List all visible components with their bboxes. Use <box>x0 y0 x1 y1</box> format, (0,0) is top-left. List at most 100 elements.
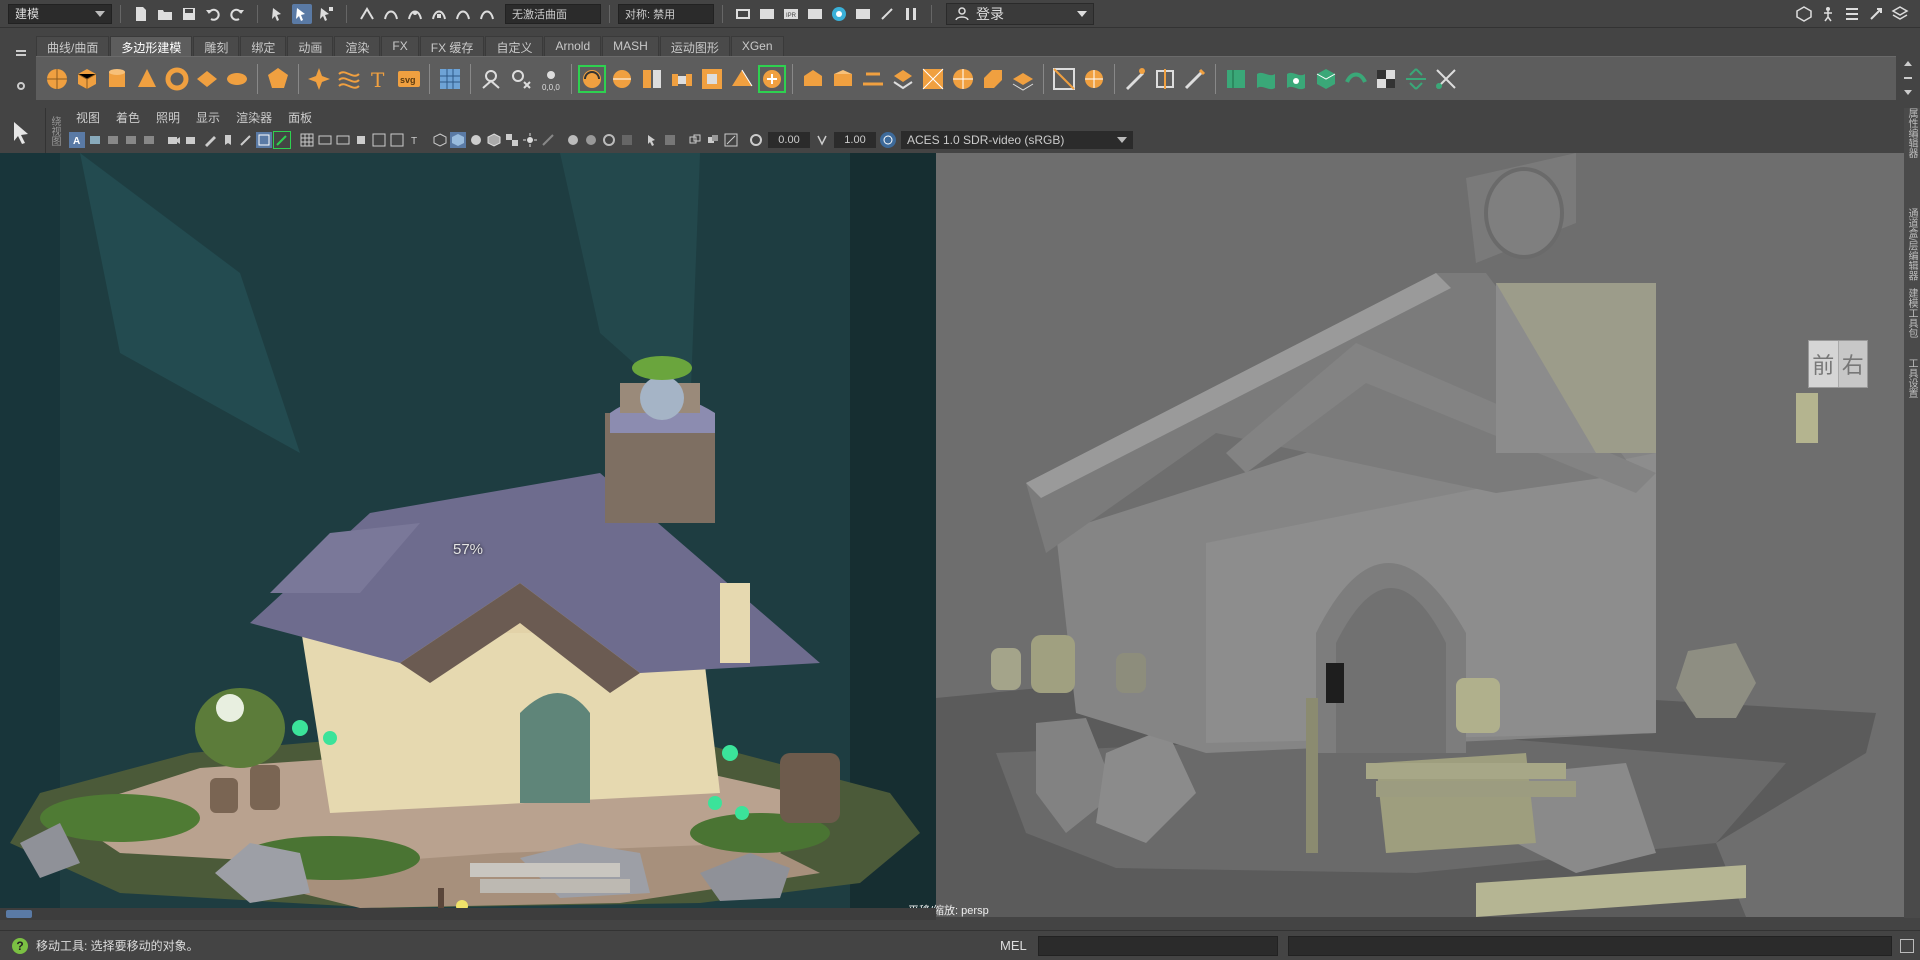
image-horizontal-scrollbar[interactable] <box>0 908 936 920</box>
snap-view-plane-icon[interactable] <box>429 4 449 24</box>
arnold-render-icon[interactable] <box>853 4 873 24</box>
channel-box-icon[interactable] <box>1890 4 1910 24</box>
combine-icon[interactable] <box>477 65 505 93</box>
redo-icon[interactable] <box>227 4 247 24</box>
chevron-up-icon[interactable] <box>1904 61 1912 67</box>
shelf-tab[interactable]: FX <box>381 36 419 56</box>
model-view[interactable] <box>936 153 1904 917</box>
spherical-map-icon[interactable] <box>1312 65 1340 93</box>
safe-action-icon[interactable] <box>389 132 405 148</box>
extract-icon[interactable] <box>578 64 606 93</box>
use-all-lights-icon[interactable] <box>522 132 538 148</box>
view-cube[interactable]: 前 右 <box>1808 340 1868 388</box>
panel-menu-item[interactable]: 着色 <box>108 109 148 127</box>
render-frame-icon[interactable] <box>757 4 777 24</box>
isolate-select-icon[interactable] <box>644 132 660 148</box>
panel-menu-item[interactable]: 面板 <box>280 109 320 127</box>
sweep-mesh-icon[interactable] <box>335 65 363 93</box>
shelf-tab[interactable]: XGen <box>730 36 784 56</box>
screen-space-ao-icon[interactable] <box>565 132 581 148</box>
camera-icon[interactable] <box>166 132 182 148</box>
smooth-icon[interactable]: 0,0,0 <box>537 65 565 93</box>
render-view-icon[interactable] <box>733 4 753 24</box>
select-by-component-icon[interactable] <box>316 4 336 24</box>
auto-map-icon[interactable] <box>1342 65 1370 93</box>
shelf-tab[interactable]: FX 缓存 <box>419 36 485 56</box>
shelf-tab[interactable]: 渲染 <box>334 36 381 56</box>
circularize-icon[interactable] <box>1009 65 1037 93</box>
bookmark-flag-icon[interactable] <box>220 132 236 148</box>
shelf-tab[interactable]: 多边形建模 <box>110 36 193 56</box>
snap-curve-icon[interactable] <box>381 4 401 24</box>
view-cube-right-face[interactable]: 右 <box>1837 341 1867 387</box>
shelf-menu-icon[interactable] <box>1904 76 1912 79</box>
poly-cone-icon[interactable] <box>133 65 161 93</box>
shadows-icon[interactable] <box>540 132 556 148</box>
shelf-tab[interactable]: 动画 <box>287 36 334 56</box>
reference-image-plane[interactable]: 57% <box>0 153 936 908</box>
make-live-icon[interactable] <box>477 4 497 24</box>
select-camera-icon[interactable]: A <box>69 132 85 148</box>
append-polygon-icon[interactable] <box>728 65 756 93</box>
script-language-label[interactable]: MEL <box>1000 938 1027 953</box>
bookmark-icon[interactable] <box>105 132 121 148</box>
side-tab[interactable]: 通道盒/层编辑器 <box>1905 208 1919 281</box>
open-scene-icon[interactable] <box>155 4 175 24</box>
xray-icon[interactable] <box>662 132 678 148</box>
help-icon[interactable]: ? <box>12 937 28 954</box>
planar-map-icon[interactable] <box>1252 65 1280 93</box>
pause-icon[interactable] <box>901 4 921 24</box>
target-weld-icon[interactable] <box>1080 65 1108 93</box>
view-cube-front-face[interactable]: 前 <box>1809 341 1838 387</box>
grid-icon[interactable] <box>299 132 315 148</box>
chevron-down-icon[interactable] <box>1904 89 1912 95</box>
ipr-render-icon[interactable]: IPR <box>781 4 801 24</box>
panel-menu-item[interactable]: 渲染器 <box>228 109 280 127</box>
poly-count-icon[interactable] <box>436 65 464 93</box>
snap-surface-icon[interactable] <box>453 4 473 24</box>
save-scene-icon[interactable] <box>179 4 199 24</box>
shelf-scroll[interactable] <box>1900 56 1916 100</box>
xray-components-icon[interactable] <box>705 132 721 148</box>
login-button[interactable]: 登录 <box>946 2 1094 25</box>
multi-cut-icon[interactable] <box>1050 65 1078 93</box>
cylindrical-map-icon[interactable] <box>1282 65 1310 93</box>
color-management-icon[interactable] <box>880 132 896 148</box>
platonic-solid-icon[interactable] <box>264 65 292 93</box>
resize-view-icon[interactable] <box>723 132 739 148</box>
wedge-icon[interactable] <box>949 65 977 93</box>
scrollbar-thumb[interactable] <box>6 910 32 918</box>
cut-uv-icon[interactable] <box>1432 65 1460 93</box>
select-by-hierarchy-icon[interactable] <box>268 4 288 24</box>
image-plane-icon[interactable] <box>123 132 139 148</box>
gamma-field[interactable]: 1.00 <box>834 132 876 148</box>
side-tab[interactable]: 属性编辑器 <box>1905 108 1919 158</box>
snap-point-icon[interactable] <box>405 4 425 24</box>
arnold-ipr-icon[interactable] <box>877 4 897 24</box>
chamfer-icon[interactable] <box>979 65 1007 93</box>
mirror-icon[interactable] <box>638 65 666 93</box>
poly-disc-icon[interactable] <box>223 65 251 93</box>
poly-cube-icon[interactable] <box>73 65 101 93</box>
grease-pencil-icon[interactable] <box>202 132 218 148</box>
booleans-icon[interactable] <box>608 65 636 93</box>
hypershade-icon[interactable] <box>829 4 849 24</box>
svg-icon[interactable]: svg <box>395 65 423 93</box>
poly-cylinder-icon[interactable] <box>103 65 131 93</box>
poly-sphere-icon[interactable] <box>43 65 71 93</box>
tool-settings-icon[interactable] <box>1866 4 1886 24</box>
poly-torus-icon[interactable] <box>163 65 191 93</box>
bridge-icon[interactable] <box>668 65 696 93</box>
panel-menu-item[interactable]: 照明 <box>148 109 188 127</box>
gear-icon[interactable] <box>17 82 25 90</box>
camera-attributes-icon[interactable] <box>87 132 103 148</box>
smooth-shade-icon[interactable] <box>450 132 466 148</box>
wireframe-on-shaded-icon[interactable] <box>486 132 502 148</box>
attribute-editor-icon[interactable] <box>1842 4 1862 24</box>
knife-icon[interactable] <box>1121 65 1149 93</box>
shelf-tab[interactable]: MASH <box>602 36 659 56</box>
shelf-tab[interactable]: 雕刻 <box>193 36 240 56</box>
poly-plane-icon[interactable] <box>193 65 221 93</box>
safe-title-icon[interactable]: T <box>407 132 423 148</box>
wireframe-icon[interactable] <box>432 132 448 148</box>
